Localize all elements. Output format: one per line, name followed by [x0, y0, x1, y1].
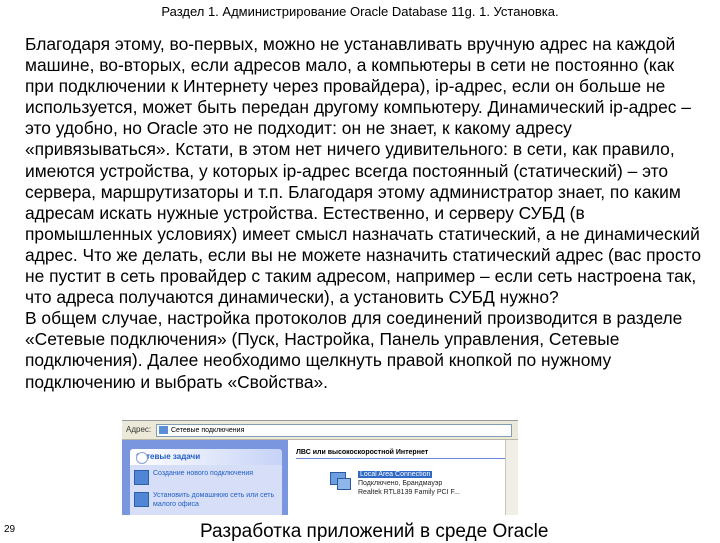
- home-network-icon: [134, 492, 149, 507]
- body-text: Благодаря этому, во-первых, можно не уст…: [25, 34, 701, 393]
- task-pane-body: Создание нового подключения Установить д…: [130, 465, 282, 515]
- task-item-label: Установить домашнюю сеть или сеть малого…: [153, 492, 275, 508]
- address-field[interactable]: Сетевые подключения: [156, 424, 512, 437]
- network-folder-icon: [159, 426, 168, 434]
- new-connection-icon: [134, 470, 149, 485]
- task-pane-header[interactable]: Сетевые задачи: [130, 449, 282, 465]
- address-value: Сетевые подключения: [171, 427, 245, 434]
- network-connections-screenshot: Адрес: Сетевые подключения Сетевые задач…: [122, 420, 518, 515]
- address-bar: Адрес: Сетевые подключения: [122, 421, 518, 440]
- collapse-chevron-icon[interactable]: [136, 452, 148, 464]
- network-connection-icon: [328, 470, 352, 492]
- vertical-scrollbar[interactable]: [505, 440, 518, 515]
- page-number: 29: [4, 524, 16, 535]
- paragraph-1: Благодаря этому, во-первых, можно не уст…: [25, 34, 701, 308]
- task-pane: Сетевые задачи Создание нового подключен…: [122, 440, 288, 515]
- connections-pane: ЛВС или высокоскоростной Интернет Local …: [288, 440, 518, 515]
- section-title: ЛВС или высокоскоростной Интернет: [296, 448, 510, 459]
- paragraph-2: В общем случае, настройка протоколов для…: [25, 308, 683, 392]
- connection-name: Local Area Connection: [358, 471, 433, 478]
- connection-device: Realtek RTL8139 Family PCI F...: [358, 489, 460, 496]
- task-item-label: Создание нового подключения: [153, 470, 254, 477]
- connection-status: Подключено, Брандмауэр: [358, 480, 443, 487]
- address-label: Адрес:: [126, 425, 152, 434]
- slide-header: Раздел 1. Администрирование Oracle Datab…: [161, 4, 559, 19]
